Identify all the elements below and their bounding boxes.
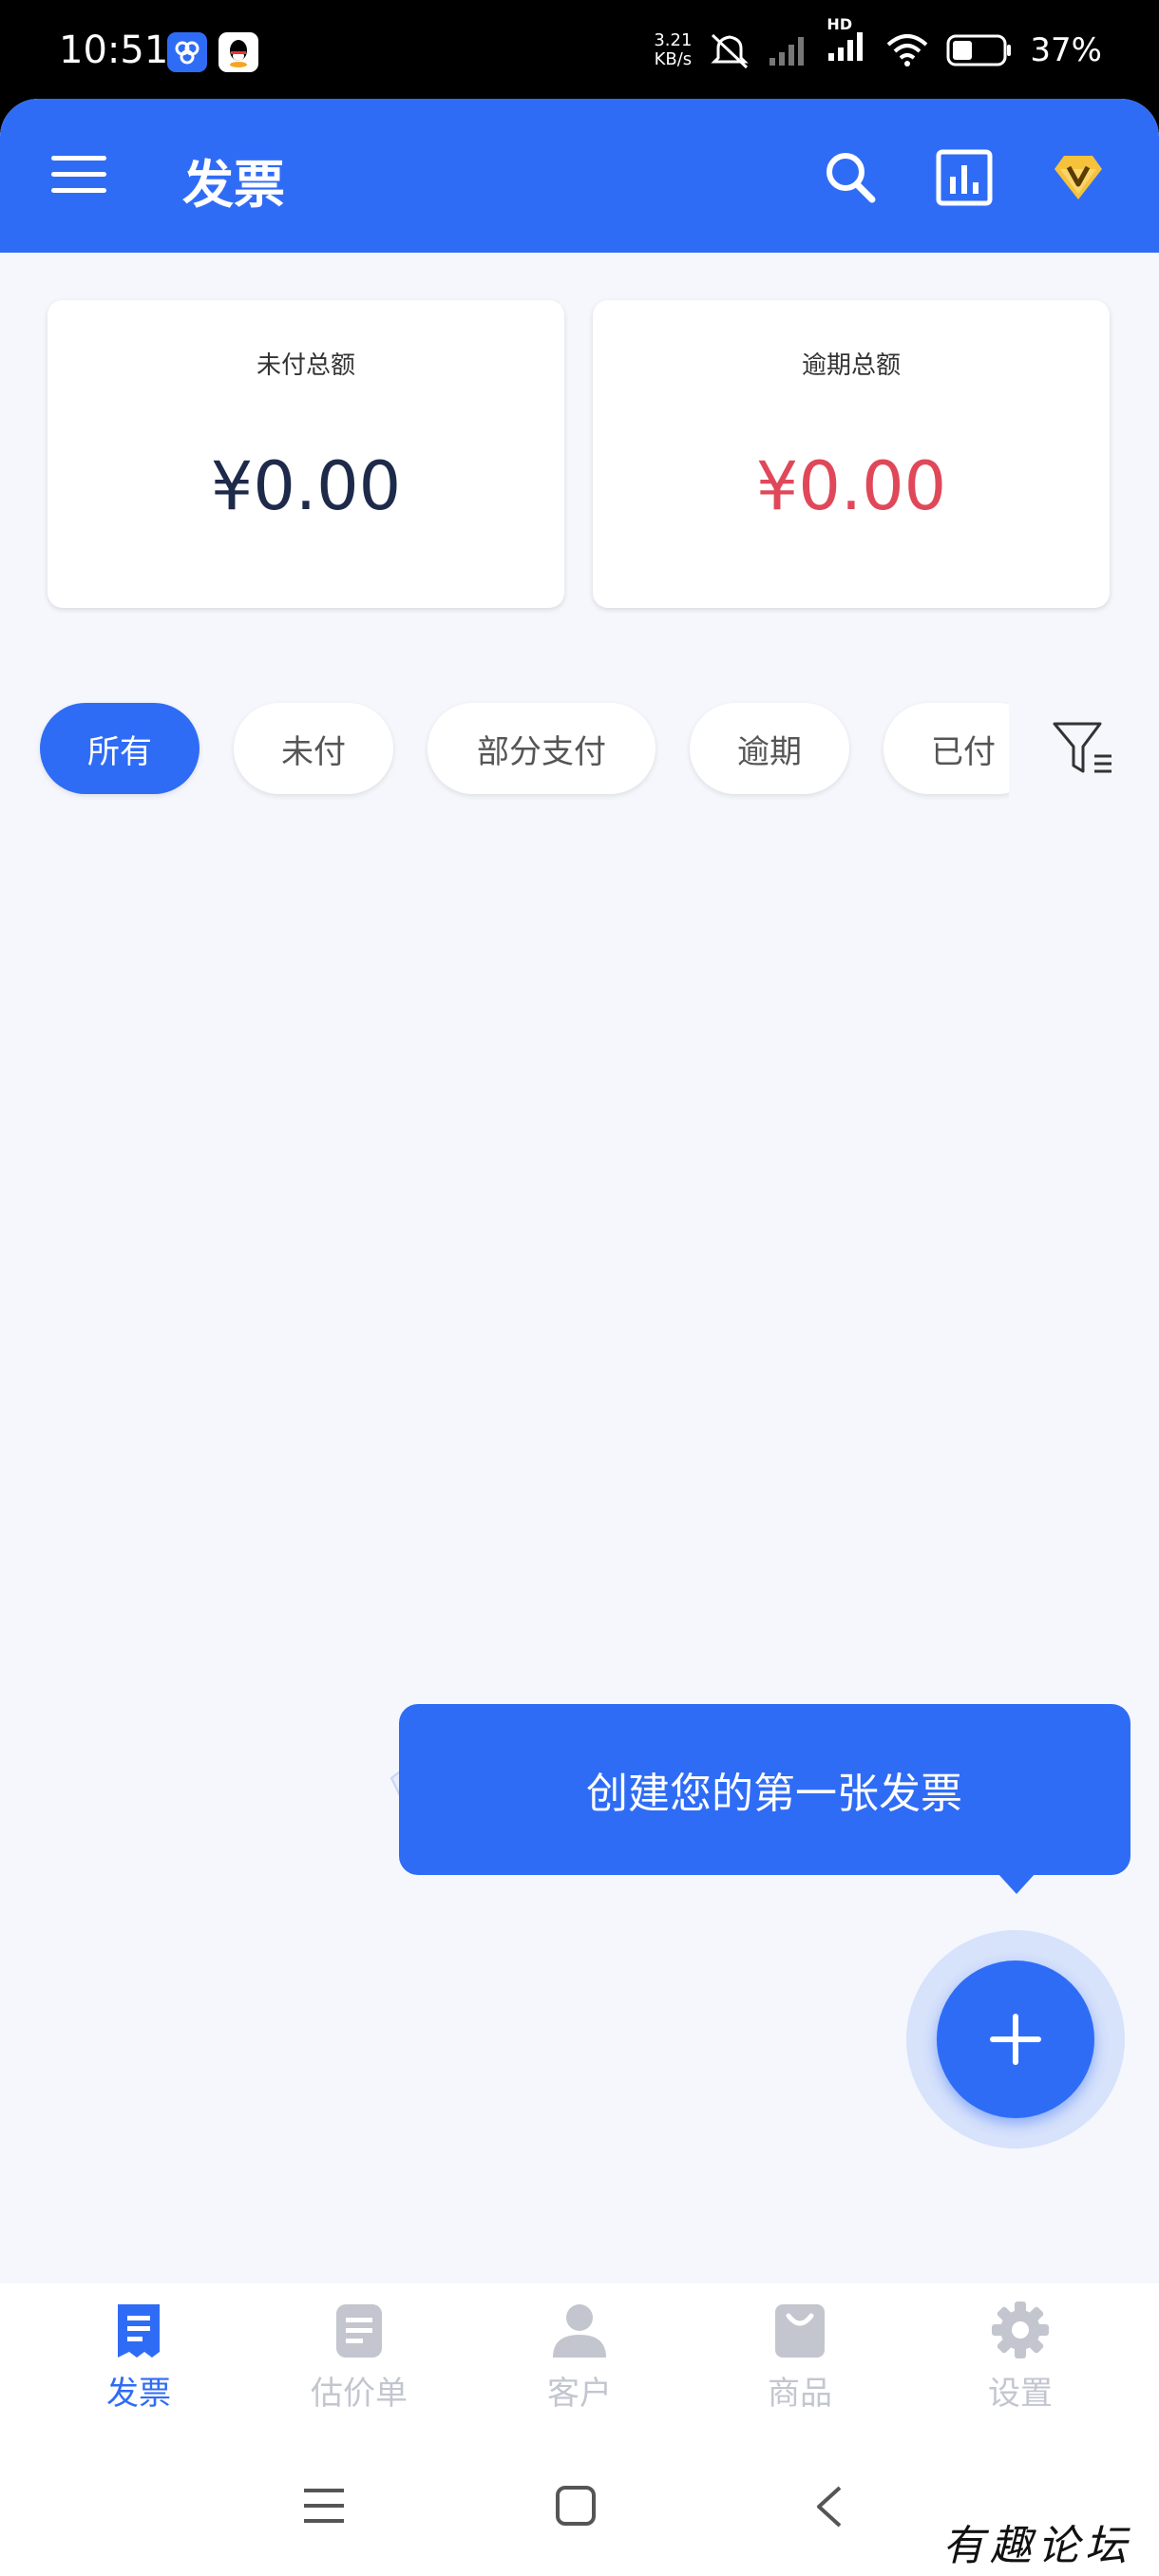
tab-invoices[interactable]: 发票 <box>63 2299 215 2414</box>
add-invoice-button[interactable] <box>937 1960 1094 2118</box>
tab-settings[interactable]: 设置 <box>944 2299 1096 2414</box>
filter-chip-unpaid[interactable]: 未付 <box>234 703 393 794</box>
bottom-nav: 发票 估价单 客户 商品 设置 <box>0 2283 1159 2443</box>
overdue-total-label: 逾期总额 <box>801 351 901 380</box>
qq-icon <box>218 32 258 72</box>
status-bar: 10:51 3.21 KB/s HD 37% <box>0 0 1159 103</box>
back-icon[interactable] <box>813 2485 844 2529</box>
tab-invoices-label: 发票 <box>106 2375 171 2413</box>
recent-apps-icon[interactable] <box>302 2485 346 2527</box>
filter-chip-partial[interactable]: 部分支付 <box>428 703 656 794</box>
battery-icon <box>946 34 1012 66</box>
home-icon[interactable] <box>555 2485 597 2527</box>
watermark: 有趣论坛 <box>942 2522 1132 2570</box>
app-header: 发票 <box>0 99 1159 253</box>
baidu-netdisk-icon <box>167 32 207 72</box>
battery-level: 37% <box>1030 30 1102 69</box>
network-speed: 3.21 KB/s <box>654 29 693 69</box>
person-icon <box>553 2304 606 2358</box>
filter-chip-overdue[interactable]: 逾期 <box>690 703 849 794</box>
signal-icon <box>828 32 864 61</box>
overdue-total-card[interactable]: 逾期总额 ¥0.00 <box>593 300 1110 608</box>
wifi-icon <box>887 33 928 66</box>
menu-icon[interactable] <box>51 156 106 196</box>
unpaid-total-card[interactable]: 未付总额 ¥0.00 <box>48 300 564 608</box>
vip-icon[interactable] <box>1047 146 1110 209</box>
tab-clients[interactable]: 客户 <box>504 2299 656 2414</box>
network-type: HD <box>826 15 853 33</box>
mute-icon <box>711 33 750 68</box>
overdue-total-value: ¥0.00 <box>755 447 947 525</box>
status-time: 10:51 <box>59 28 169 72</box>
app-screen: 发票 未付总额 ¥0.00 逾期总额 ¥0.00 所有 未付 部分支付 逾期 已… <box>0 99 1159 2283</box>
bag-icon <box>775 2304 825 2358</box>
filter-icon[interactable] <box>1051 718 1121 781</box>
create-first-invoice-tooltip[interactable]: 创建您的第一张发票 <box>399 1704 1130 1875</box>
unpaid-total-label: 未付总额 <box>256 351 355 380</box>
gear-icon <box>992 2301 1049 2358</box>
tab-products-label: 商品 <box>768 2375 832 2413</box>
unpaid-total-value: ¥0.00 <box>210 447 402 525</box>
filter-chip-all[interactable]: 所有 <box>40 703 200 794</box>
signal-off-icon <box>770 36 805 66</box>
plus-icon <box>990 2014 1041 2065</box>
search-icon[interactable] <box>819 146 882 209</box>
tab-settings-label: 设置 <box>988 2375 1053 2413</box>
tooltip-tail <box>998 1873 1036 1894</box>
estimate-icon <box>336 2304 382 2358</box>
chart-icon[interactable] <box>933 146 996 209</box>
tab-estimates[interactable]: 估价单 <box>283 2299 435 2414</box>
tab-products[interactable]: 商品 <box>724 2299 876 2414</box>
tab-clients-label: 客户 <box>547 2375 612 2413</box>
invoice-icon <box>118 2304 160 2358</box>
tab-estimates-label: 估价单 <box>311 2375 408 2413</box>
page-title: 发票 <box>182 155 285 215</box>
